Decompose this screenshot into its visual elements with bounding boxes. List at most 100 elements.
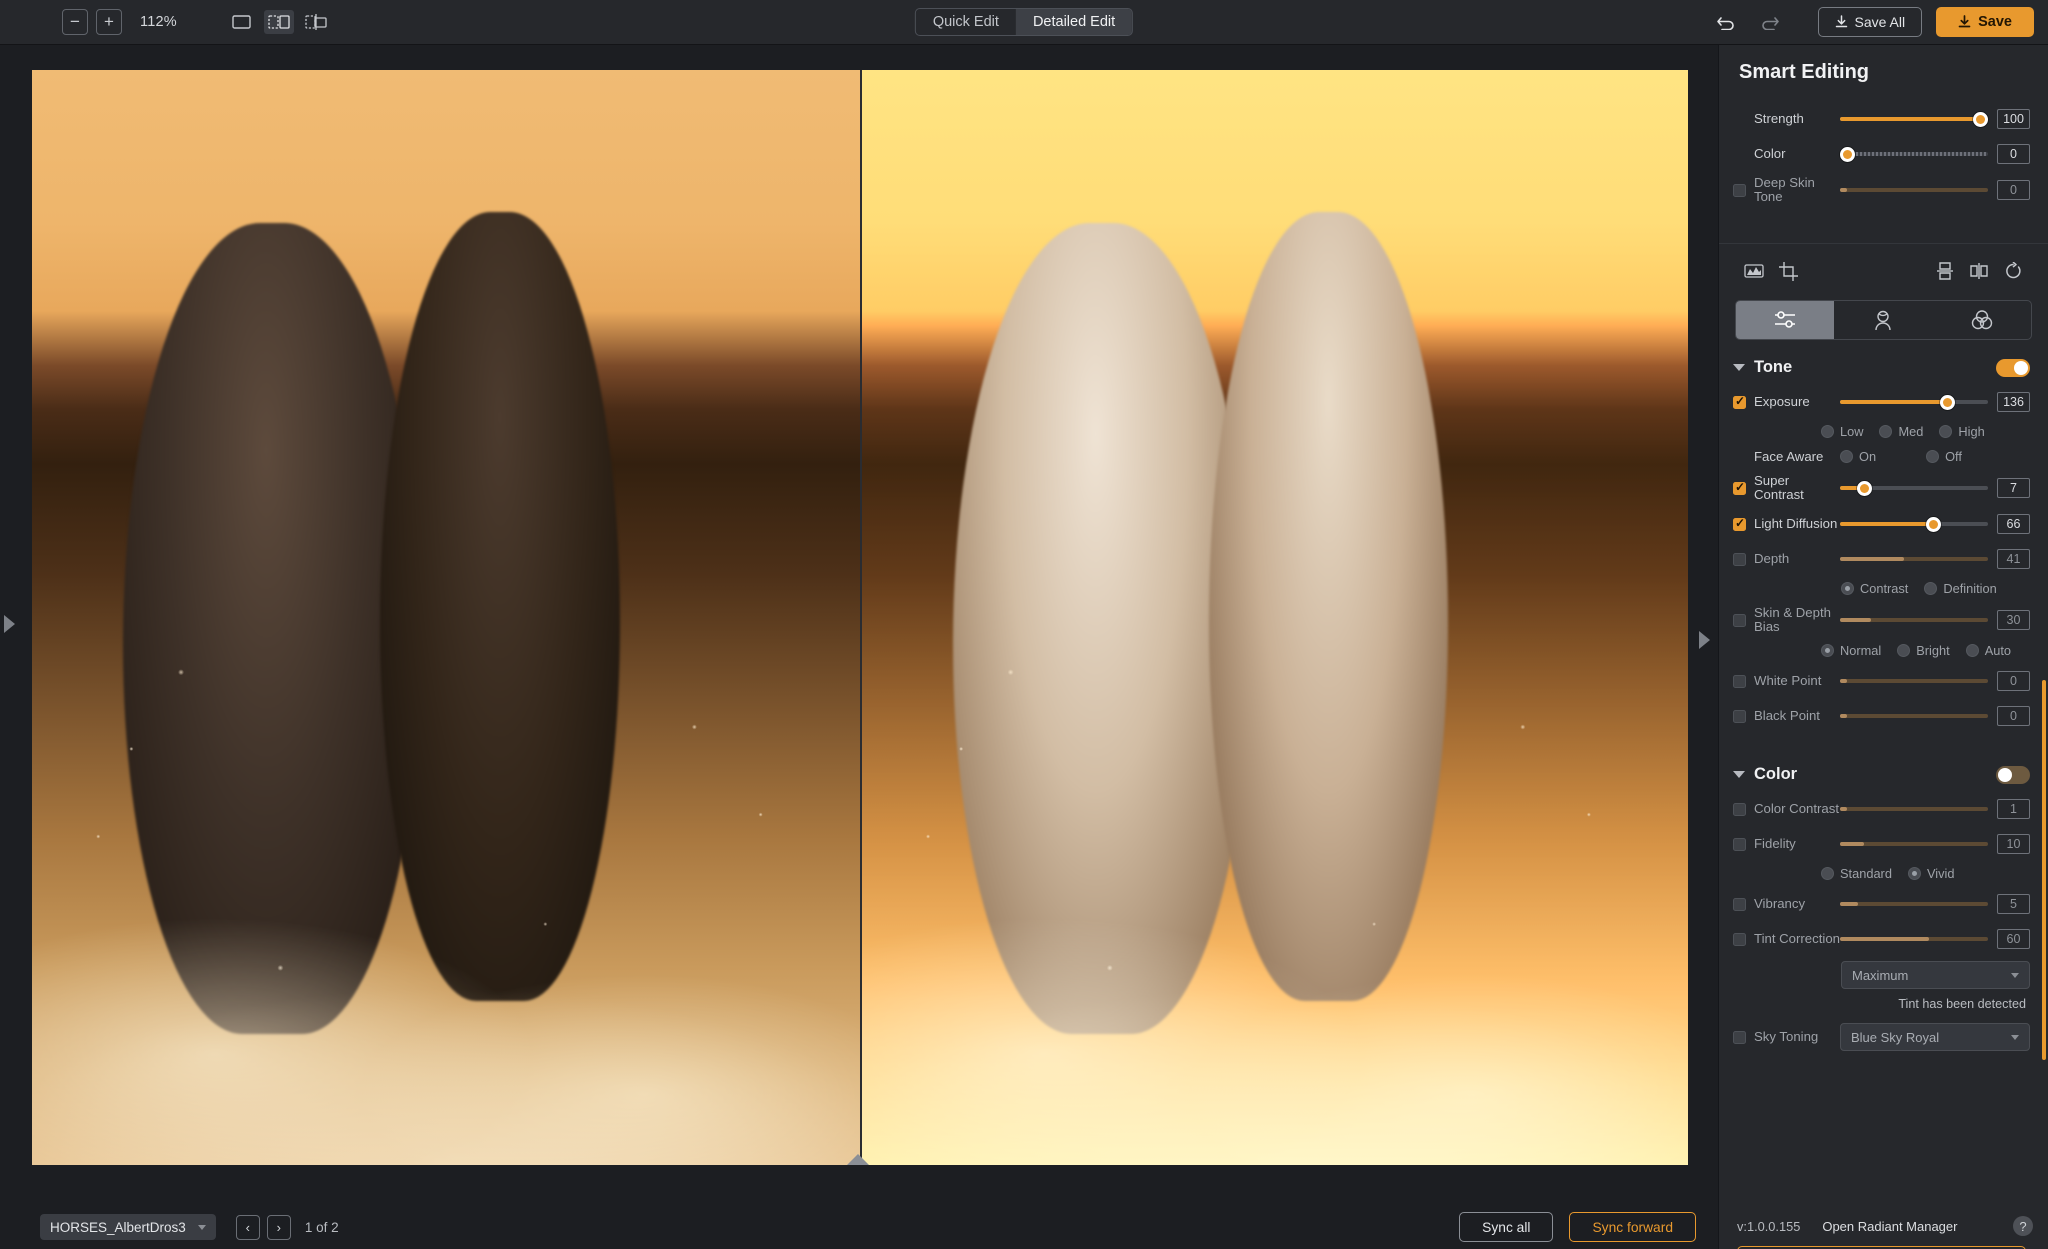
radio-exposure-high[interactable]: High [1939, 424, 1985, 439]
tint-correction-value[interactable]: 60 [1997, 929, 2030, 949]
radio-face-aware-on[interactable]: On [1840, 449, 1876, 464]
depth-slider[interactable] [1840, 550, 1988, 568]
adjustments-scroll-area[interactable]: Tone Exposure 136 Low Med [1719, 340, 2048, 1230]
tab-color-wheels[interactable] [1933, 301, 2031, 339]
compare-view-button[interactable] [301, 10, 331, 34]
open-radiant-manager-link[interactable]: Open Radiant Manager [1822, 1219, 1957, 1234]
before-after-comparison[interactable] [32, 70, 1688, 1165]
previous-image-button[interactable]: ‹ [235, 1214, 260, 1240]
sync-all-button[interactable]: Sync all [1459, 1212, 1554, 1242]
vibrancy-checkbox[interactable] [1733, 897, 1746, 911]
tint-strength-dropdown[interactable]: Maximum [1841, 961, 2030, 989]
undo-button[interactable] [1704, 5, 1748, 39]
radio-depth-contrast[interactable]: Contrast [1841, 581, 1908, 596]
tab-detailed-edit[interactable]: Detailed Edit [1015, 9, 1133, 35]
radio-fidelity-vivid[interactable]: Vivid [1907, 866, 1954, 881]
deep-skin-tone-value[interactable]: 0 [1997, 180, 2030, 200]
fidelity-value[interactable]: 10 [1997, 834, 2030, 854]
radio-depth-definition[interactable]: Definition [1924, 581, 1997, 596]
strength-value[interactable]: 100 [1997, 109, 2030, 129]
save-all-button[interactable]: Save All [1817, 7, 1923, 37]
skin-depth-bias-slider[interactable] [1840, 611, 1988, 629]
file-selector-dropdown[interactable]: HORSES_AlbertDros3 [40, 1214, 216, 1240]
panel-footer: v:1.0.0.155 Open Radiant Manager ? [1719, 1203, 2048, 1249]
skin-depth-bias-value[interactable]: 30 [1997, 610, 2030, 630]
sky-toning-checkbox[interactable] [1733, 1030, 1746, 1044]
panel-scrollbar[interactable] [2042, 680, 2046, 1060]
super-contrast-checkbox[interactable] [1733, 480, 1746, 495]
chevron-down-icon[interactable] [1733, 771, 1745, 778]
smart-color-slider[interactable] [1840, 145, 1988, 163]
save-button[interactable]: Save [1936, 7, 2034, 37]
slider-knob[interactable] [1939, 394, 1955, 410]
tint-correction-slider[interactable] [1840, 930, 1988, 948]
zoom-out-button[interactable]: − [62, 9, 88, 35]
fidelity-checkbox[interactable] [1733, 837, 1746, 851]
split-view-button[interactable] [263, 10, 294, 34]
deep-skin-tone-checkbox[interactable] [1733, 183, 1746, 197]
super-contrast-value[interactable]: 7 [1997, 478, 2030, 498]
smart-color-value[interactable]: 0 [1997, 144, 2030, 164]
tab-adjustments[interactable] [1736, 301, 1835, 339]
single-view-button[interactable] [227, 10, 257, 34]
radio-exposure-med[interactable]: Med [1879, 424, 1923, 439]
next-image-button[interactable]: › [266, 1214, 291, 1240]
slider-knob[interactable] [1973, 111, 1988, 127]
expand-filmstrip-icon[interactable] [847, 1154, 869, 1165]
tab-portrait[interactable] [1834, 301, 1932, 339]
radio-bias-bright[interactable]: Bright [1897, 643, 1950, 658]
white-point-value[interactable]: 0 [1997, 671, 2030, 691]
flip-vertical-icon[interactable] [1928, 258, 1962, 284]
redo-button[interactable] [1748, 5, 1792, 39]
light-diffusion-value[interactable]: 66 [1997, 514, 2030, 534]
sync-forward-button[interactable]: Sync forward [1569, 1212, 1696, 1242]
help-icon[interactable]: ? [2013, 1216, 2033, 1236]
sky-toning-dropdown[interactable]: Blue Sky Royal [1840, 1023, 2030, 1051]
light-diffusion-checkbox[interactable] [1733, 516, 1746, 531]
super-contrast-slider[interactable] [1840, 479, 1988, 497]
radio-exposure-low[interactable]: Low [1821, 424, 1863, 439]
image-pane-before[interactable] [32, 70, 860, 1165]
zoom-in-button[interactable]: + [96, 9, 122, 35]
black-point-checkbox[interactable] [1733, 709, 1746, 723]
vibrancy-slider[interactable] [1840, 895, 1988, 913]
exposure-value[interactable]: 136 [1997, 392, 2030, 412]
vibrancy-value[interactable]: 5 [1997, 894, 2030, 914]
chevron-down-icon [2011, 1034, 2019, 1040]
fidelity-slider[interactable] [1840, 835, 1988, 853]
white-point-checkbox[interactable] [1733, 674, 1746, 688]
collapse-right-panel-icon[interactable] [1699, 631, 1710, 649]
color-contrast-slider[interactable] [1840, 800, 1988, 818]
exposure-slider[interactable] [1840, 393, 1988, 411]
black-point-slider[interactable] [1840, 707, 1988, 725]
black-point-value[interactable]: 0 [1997, 706, 2030, 726]
slider-knob[interactable] [1840, 146, 1855, 162]
expand-left-panel-icon[interactable] [4, 615, 15, 633]
color-section-toggle[interactable] [1996, 765, 2030, 784]
color-contrast-value[interactable]: 1 [1997, 799, 2030, 819]
radio-face-aware-off[interactable]: Off [1926, 449, 1962, 464]
tone-section-toggle[interactable] [1996, 358, 2030, 377]
radio-bias-normal[interactable]: Normal [1821, 643, 1881, 658]
tint-correction-checkbox[interactable] [1733, 932, 1746, 946]
image-pane-after[interactable] [860, 70, 1688, 1165]
flip-horizontal-icon[interactable] [1962, 258, 1996, 284]
strength-slider[interactable] [1840, 110, 1988, 128]
radio-fidelity-standard[interactable]: Standard [1821, 866, 1892, 881]
depth-checkbox[interactable] [1733, 552, 1746, 566]
white-point-slider[interactable] [1840, 672, 1988, 690]
exposure-checkbox[interactable] [1733, 394, 1746, 409]
skin-depth-bias-checkbox[interactable] [1733, 613, 1746, 627]
tab-quick-edit[interactable]: Quick Edit [916, 9, 1016, 35]
light-diffusion-slider[interactable] [1840, 515, 1988, 533]
deep-skin-tone-slider[interactable] [1840, 181, 1988, 199]
color-contrast-checkbox[interactable] [1733, 802, 1746, 816]
depth-value[interactable]: 41 [1997, 549, 2030, 569]
rotate-icon[interactable] [1996, 258, 2030, 284]
slider-knob[interactable] [1856, 480, 1872, 496]
slider-knob[interactable] [1926, 516, 1942, 532]
crop-icon[interactable] [1771, 258, 1805, 284]
chevron-down-icon[interactable] [1733, 364, 1745, 371]
radio-bias-auto[interactable]: Auto [1965, 643, 2011, 658]
histogram-icon[interactable] [1737, 258, 1771, 284]
